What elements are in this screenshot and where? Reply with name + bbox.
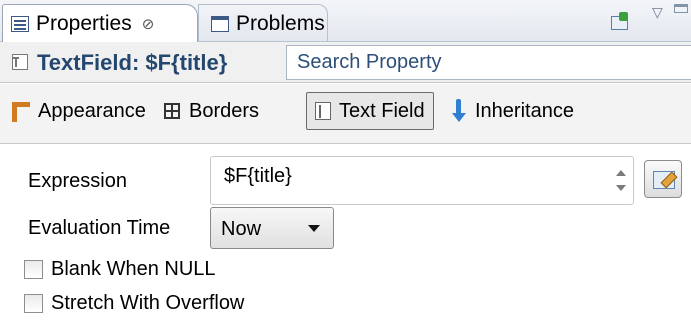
expression-editor-button[interactable] — [644, 160, 682, 198]
section-text-field-label: Text Field — [339, 99, 425, 122]
expression-label: Expression — [28, 170, 127, 192]
stretch-with-overflow-row: Stretch With Overflow — [24, 292, 244, 315]
properties-icon — [11, 15, 29, 32]
blank-when-null-label: Blank When NULL — [51, 258, 216, 280]
problems-icon — [211, 15, 229, 32]
close-icon[interactable]: ⊘ — [142, 15, 155, 33]
view-tab-bar: Properties ⊘ Problems ▽ — [0, 0, 691, 42]
appearance-icon — [10, 100, 30, 122]
evaluation-time-value: Now — [221, 218, 262, 240]
section-appearance-label: Appearance — [38, 99, 146, 122]
stretch-with-overflow-label: Stretch With Overflow — [51, 292, 245, 314]
section-text-field-button[interactable]: Text Field — [306, 92, 434, 130]
blank-when-null-checkbox[interactable] — [24, 260, 43, 279]
text-field-icon — [315, 102, 331, 120]
section-borders-label: Borders — [189, 99, 260, 122]
properties-title-bar: TextField: $F{title} Search Property — [0, 42, 691, 83]
section-appearance-button[interactable]: Appearance — [10, 92, 146, 130]
evaluation-time-label: Evaluation Time — [28, 217, 171, 239]
scroll-up-icon[interactable] — [616, 170, 626, 176]
expression-field[interactable]: $F{title} — [210, 156, 634, 205]
tab-problems[interactable]: Problems — [198, 4, 328, 42]
expression-value: $F{title} — [224, 165, 292, 187]
tab-properties[interactable]: Properties ⊘ — [2, 4, 198, 42]
stretch-with-overflow-checkbox[interactable] — [24, 294, 43, 313]
inheritance-icon — [452, 99, 466, 123]
dropdown-arrow-icon — [308, 225, 320, 232]
view-menu-icon[interactable]: ▽ — [652, 4, 663, 21]
borders-icon — [164, 103, 180, 119]
blank-when-null-row: Blank When NULL — [24, 258, 216, 281]
minimize-icon[interactable] — [674, 4, 688, 13]
search-property-input[interactable]: Search Property — [286, 45, 691, 80]
section-inheritance-label: Inheritance — [475, 99, 574, 122]
section-inheritance-button[interactable]: Inheritance — [452, 92, 574, 130]
text-field-element-icon — [12, 54, 28, 70]
scroll-down-icon[interactable] — [616, 185, 626, 191]
element-title: TextField: $F{title} — [37, 50, 228, 75]
evaluation-time-select[interactable]: Now — [210, 207, 334, 249]
pin-view-icon[interactable] — [611, 12, 631, 30]
tab-problems-label: Problems — [236, 11, 325, 35]
section-toolbar: Appearance Borders Text Field Inheritanc… — [0, 84, 691, 144]
tab-properties-label: Properties — [36, 11, 132, 35]
search-property-placeholder: Search Property — [297, 51, 442, 73]
section-borders-button[interactable]: Borders — [164, 92, 259, 130]
